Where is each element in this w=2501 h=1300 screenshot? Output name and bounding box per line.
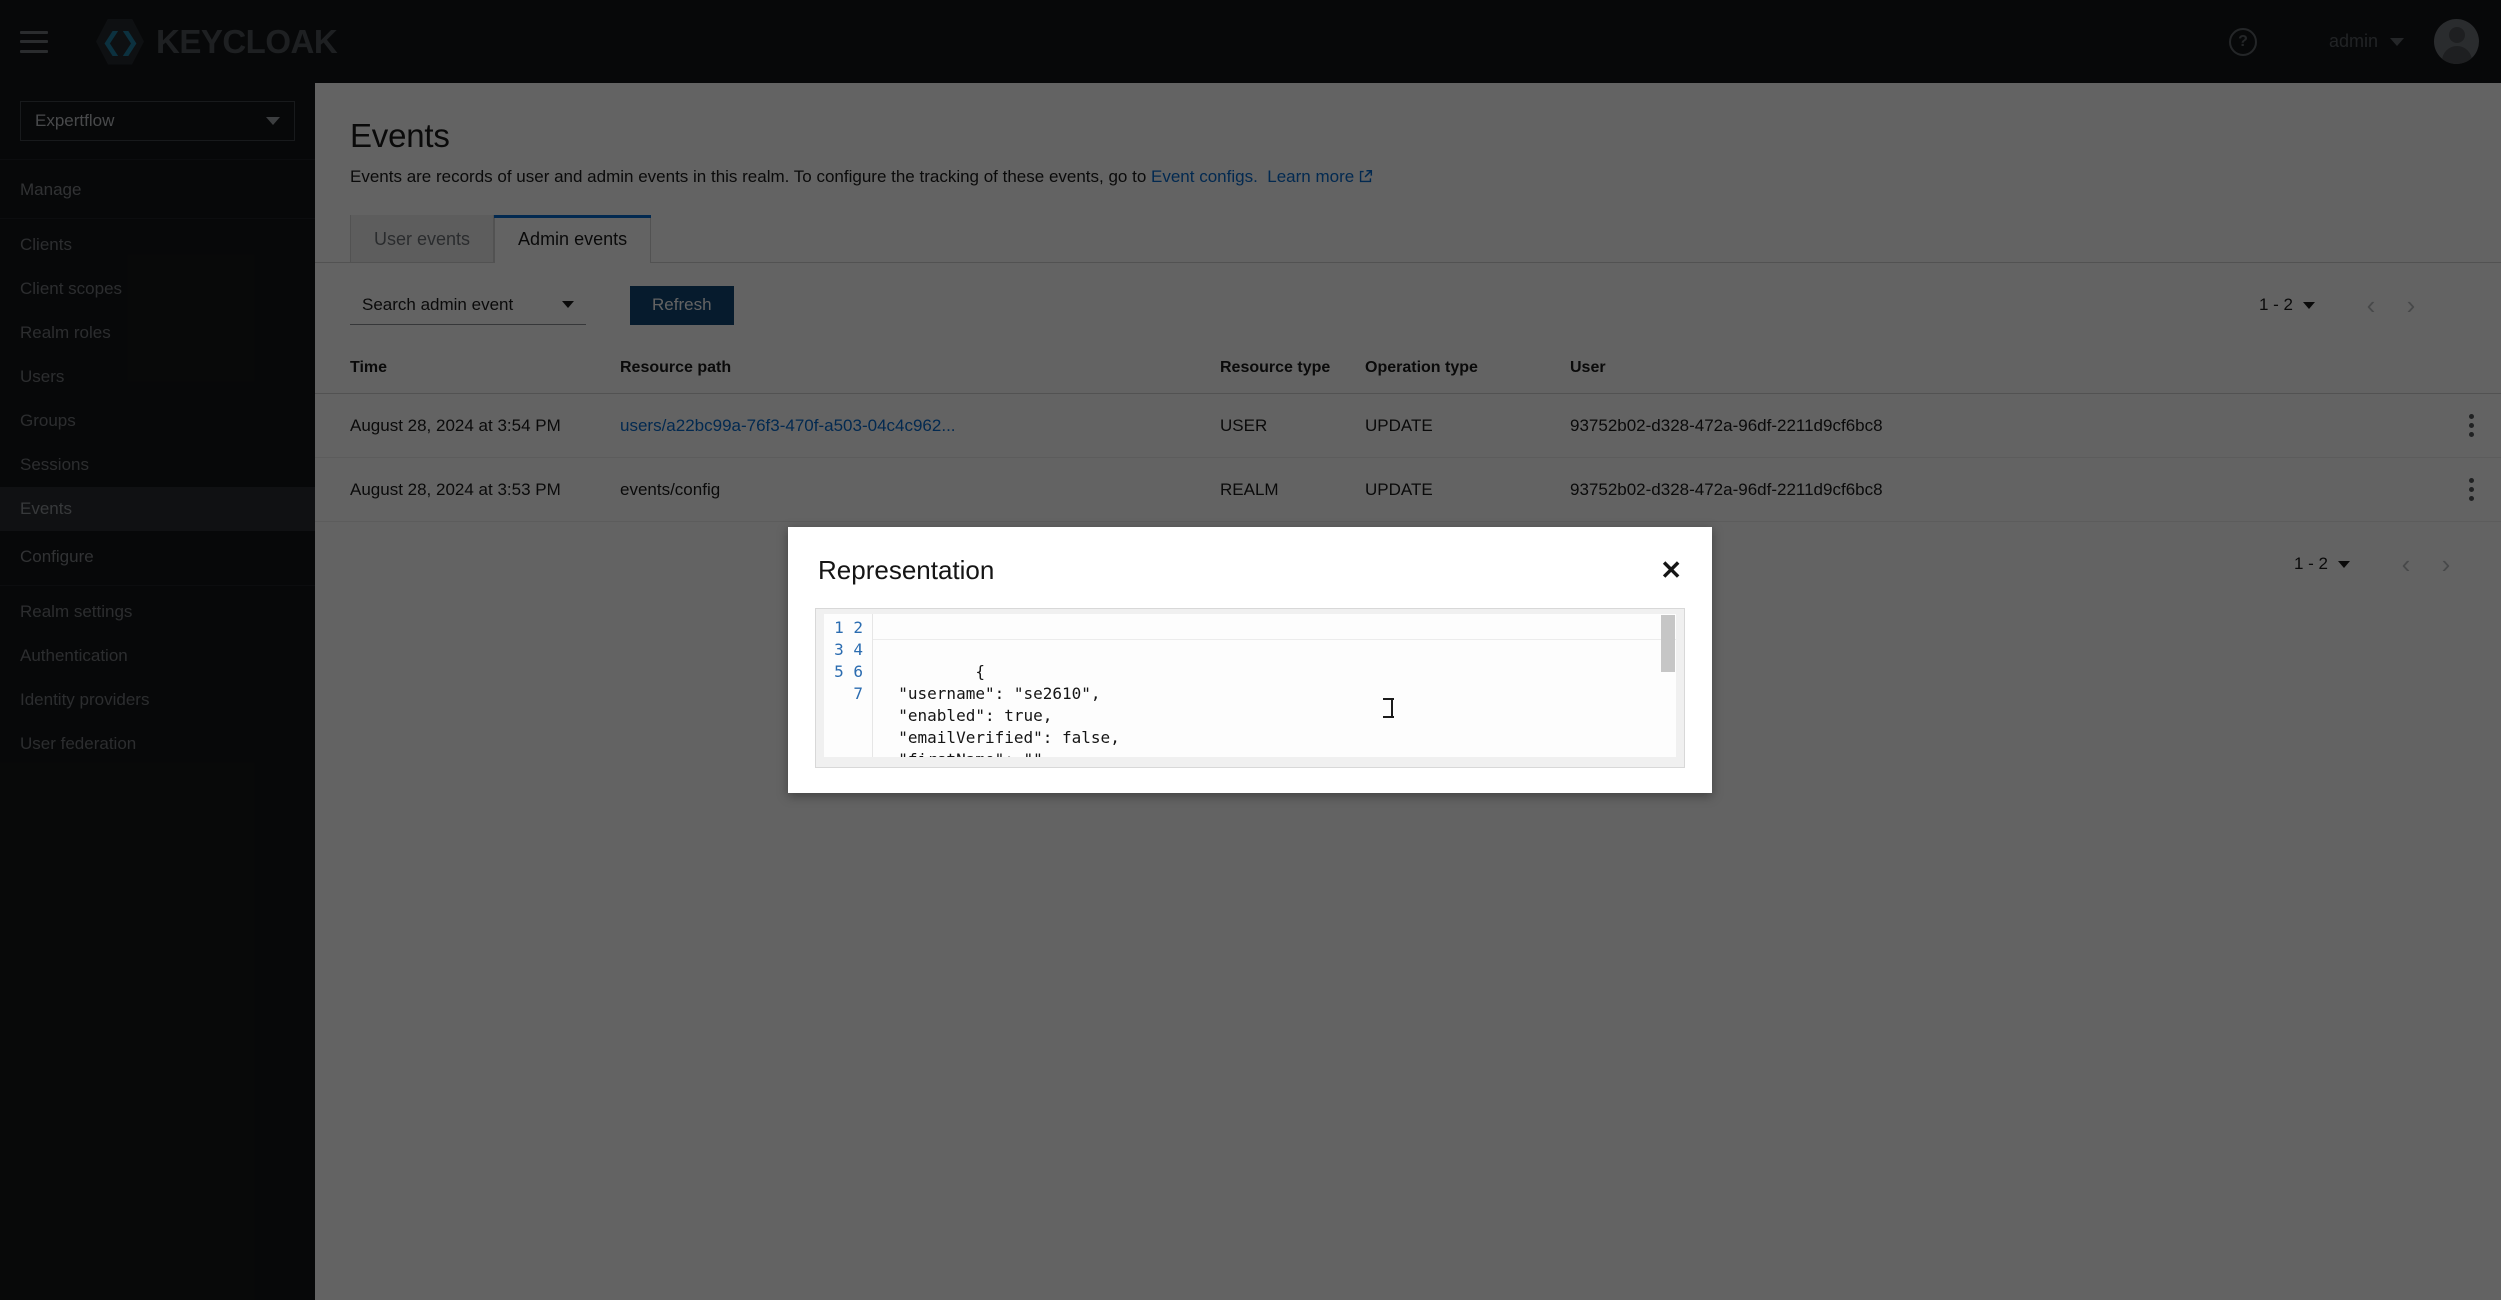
editor-line-numbers: 1 2 3 4 5 6 7: [824, 614, 872, 757]
editor-code[interactable]: { "username": "se2610", "enabled": true,…: [872, 614, 1676, 757]
modal-header: Representation ✕: [788, 527, 1712, 586]
representation-modal: Representation ✕ 1 2 3 4 5 6 7 { "userna…: [788, 527, 1712, 793]
editor-scrollbar-thumb[interactable]: [1661, 615, 1675, 672]
editor-vertical-scrollbar[interactable]: [1661, 615, 1675, 756]
keycloak-admin-console: ❮ ❯ KEYCLOAK ? admin Expertflow Manage C…: [0, 0, 2501, 1300]
modal-title: Representation: [818, 555, 994, 586]
close-icon[interactable]: ✕: [1660, 557, 1682, 583]
editor-code-text: { "username": "se2610", "enabled": true,…: [879, 662, 1120, 757]
representation-editor[interactable]: 1 2 3 4 5 6 7 { "username": "se2610", "e…: [815, 608, 1685, 768]
editor-viewport[interactable]: 1 2 3 4 5 6 7 { "username": "se2610", "e…: [824, 614, 1676, 757]
